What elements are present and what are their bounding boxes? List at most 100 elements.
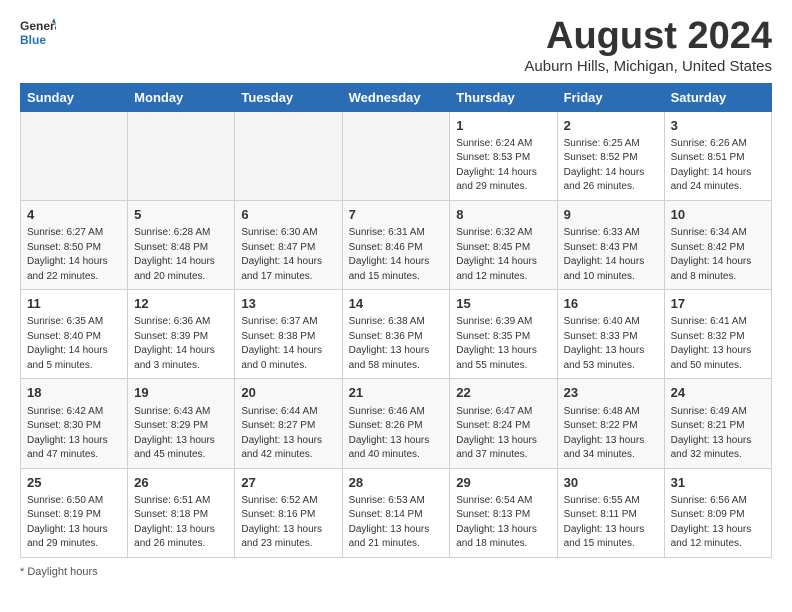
day-number: 29 <box>456 474 550 492</box>
calendar-day-cell: 11 Sunrise: 6:35 AM Sunset: 8:40 PM Dayli… <box>21 290 128 379</box>
logo: General Blue <box>20 16 56 52</box>
day-info: Sunrise: 6:34 AM Sunset: 8:42 PM Dayligh… <box>671 226 765 284</box>
calendar-day-cell: 19 Sunrise: 6:43 AM Sunset: 8:29 PM Dayli… <box>128 379 235 468</box>
calendar-day-cell <box>21 111 128 200</box>
day-number: 8 <box>456 206 550 224</box>
day-number: 25 <box>27 474 121 492</box>
day-number: 17 <box>671 295 765 313</box>
calendar-day-cell <box>342 111 450 200</box>
day-info: Sunrise: 6:24 AM Sunset: 8:53 PM Dayligh… <box>456 137 550 195</box>
day-info: Sunrise: 6:43 AM Sunset: 8:29 PM Dayligh… <box>134 405 228 463</box>
calendar-day-cell: 9 Sunrise: 6:33 AM Sunset: 8:43 PM Daylig… <box>557 200 664 289</box>
weekday-header-sunday: Sunday <box>21 83 128 111</box>
day-info: Sunrise: 6:48 AM Sunset: 8:22 PM Dayligh… <box>564 405 658 463</box>
calendar-day-cell: 1 Sunrise: 6:24 AM Sunset: 8:53 PM Daylig… <box>450 111 557 200</box>
weekday-header-monday: Monday <box>128 83 235 111</box>
day-number: 4 <box>27 206 121 224</box>
weekday-header-saturday: Saturday <box>664 83 771 111</box>
day-number: 7 <box>349 206 444 224</box>
calendar-day-cell: 29 Sunrise: 6:54 AM Sunset: 8:13 PM Dayli… <box>450 468 557 557</box>
calendar-day-cell: 3Sunrise: 6:26 AM Sunset: 8:51 PM Daylig… <box>664 111 771 200</box>
calendar-day-cell: 27Sunrise: 6:52 AM Sunset: 8:16 PM Dayli… <box>235 468 342 557</box>
weekday-header-friday: Friday <box>557 83 664 111</box>
day-number: 6 <box>241 206 335 224</box>
day-number: 21 <box>349 384 444 402</box>
day-info: Sunrise: 6:36 AM Sunset: 8:39 PM Dayligh… <box>134 315 228 373</box>
day-number: 23 <box>564 384 658 402</box>
day-number: 2 <box>564 117 658 135</box>
day-number: 14 <box>349 295 444 313</box>
day-info: Sunrise: 6:40 AM Sunset: 8:33 PM Dayligh… <box>564 315 658 373</box>
day-info: Sunrise: 6:31 AM Sunset: 8:46 PM Dayligh… <box>349 226 444 284</box>
calendar-header-row: SundayMondayTuesdayWednesdayThursdayFrid… <box>21 83 772 111</box>
footer-note-text: Daylight hours <box>27 566 97 578</box>
calendar-day-cell: 18 Sunrise: 6:42 AM Sunset: 8:30 PM Dayli… <box>21 379 128 468</box>
day-number: 1 <box>456 117 550 135</box>
day-number: 30 <box>564 474 658 492</box>
day-info: Sunrise: 6:56 AM Sunset: 8:09 PM Dayligh… <box>671 494 765 552</box>
weekday-header-thursday: Thursday <box>450 83 557 111</box>
calendar-day-cell: 12Sunrise: 6:36 AM Sunset: 8:39 PM Dayli… <box>128 290 235 379</box>
day-number: 11 <box>27 295 121 313</box>
day-info: Sunrise: 6:51 AM Sunset: 8:18 PM Dayligh… <box>134 494 228 552</box>
calendar-week-row: 1 Sunrise: 6:24 AM Sunset: 8:53 PM Daylig… <box>21 111 772 200</box>
title-block: August 2024 Auburn Hills, Michigan, Unit… <box>524 16 772 75</box>
day-info: Sunrise: 6:49 AM Sunset: 8:21 PM Dayligh… <box>671 405 765 463</box>
calendar-week-row: 11 Sunrise: 6:35 AM Sunset: 8:40 PM Dayli… <box>21 290 772 379</box>
day-number: 9 <box>564 206 658 224</box>
calendar-day-cell: 25 Sunrise: 6:50 AM Sunset: 8:19 PM Dayli… <box>21 468 128 557</box>
calendar-day-cell: 5Sunrise: 6:28 AM Sunset: 8:48 PM Daylig… <box>128 200 235 289</box>
month-title: August 2024 <box>524 16 772 58</box>
calendar-day-cell <box>235 111 342 200</box>
day-info: Sunrise: 6:50 AM Sunset: 8:19 PM Dayligh… <box>27 494 121 552</box>
day-number: 20 <box>241 384 335 402</box>
day-info: Sunrise: 6:33 AM Sunset: 8:43 PM Dayligh… <box>564 226 658 284</box>
calendar-day-cell <box>128 111 235 200</box>
calendar-day-cell: 6 Sunrise: 6:30 AM Sunset: 8:47 PM Daylig… <box>235 200 342 289</box>
svg-text:Blue: Blue <box>20 33 46 47</box>
calendar-day-cell: 26 Sunrise: 6:51 AM Sunset: 8:18 PM Dayli… <box>128 468 235 557</box>
calendar-day-cell: 17 Sunrise: 6:41 AM Sunset: 8:32 PM Dayli… <box>664 290 771 379</box>
day-number: 19 <box>134 384 228 402</box>
day-info: Sunrise: 6:26 AM Sunset: 8:51 PM Dayligh… <box>671 137 765 195</box>
calendar-day-cell: 23 Sunrise: 6:48 AM Sunset: 8:22 PM Dayli… <box>557 379 664 468</box>
calendar-week-row: 25 Sunrise: 6:50 AM Sunset: 8:19 PM Dayli… <box>21 468 772 557</box>
day-info: Sunrise: 6:46 AM Sunset: 8:26 PM Dayligh… <box>349 405 444 463</box>
calendar-day-cell: 24Sunrise: 6:49 AM Sunset: 8:21 PM Dayli… <box>664 379 771 468</box>
calendar-day-cell: 2 Sunrise: 6:25 AM Sunset: 8:52 PM Daylig… <box>557 111 664 200</box>
calendar-day-cell: 16 Sunrise: 6:40 AM Sunset: 8:33 PM Dayli… <box>557 290 664 379</box>
calendar-day-cell: 31 Sunrise: 6:56 AM Sunset: 8:09 PM Dayli… <box>664 468 771 557</box>
day-number: 26 <box>134 474 228 492</box>
calendar-day-cell: 20Sunrise: 6:44 AM Sunset: 8:27 PM Dayli… <box>235 379 342 468</box>
day-info: Sunrise: 6:42 AM Sunset: 8:30 PM Dayligh… <box>27 405 121 463</box>
logo-icon: General Blue <box>20 16 56 52</box>
weekday-header-wednesday: Wednesday <box>342 83 450 111</box>
day-number: 15 <box>456 295 550 313</box>
day-number: 18 <box>27 384 121 402</box>
day-info: Sunrise: 6:35 AM Sunset: 8:40 PM Dayligh… <box>27 315 121 373</box>
calendar-day-cell: 21 Sunrise: 6:46 AM Sunset: 8:26 PM Dayli… <box>342 379 450 468</box>
day-info: Sunrise: 6:37 AM Sunset: 8:38 PM Dayligh… <box>241 315 335 373</box>
calendar-day-cell: 13 Sunrise: 6:37 AM Sunset: 8:38 PM Dayli… <box>235 290 342 379</box>
calendar-day-cell: 4Sunrise: 6:27 AM Sunset: 8:50 PM Daylig… <box>21 200 128 289</box>
calendar-day-cell: 14 Sunrise: 6:38 AM Sunset: 8:36 PM Dayli… <box>342 290 450 379</box>
calendar-table: SundayMondayTuesdayWednesdayThursdayFrid… <box>20 83 772 558</box>
calendar-day-cell: 7 Sunrise: 6:31 AM Sunset: 8:46 PM Daylig… <box>342 200 450 289</box>
day-number: 27 <box>241 474 335 492</box>
day-info: Sunrise: 6:30 AM Sunset: 8:47 PM Dayligh… <box>241 226 335 284</box>
day-info: Sunrise: 6:54 AM Sunset: 8:13 PM Dayligh… <box>456 494 550 552</box>
day-info: Sunrise: 6:38 AM Sunset: 8:36 PM Dayligh… <box>349 315 444 373</box>
day-info: Sunrise: 6:53 AM Sunset: 8:14 PM Dayligh… <box>349 494 444 552</box>
calendar-week-row: 18 Sunrise: 6:42 AM Sunset: 8:30 PM Dayli… <box>21 379 772 468</box>
day-number: 31 <box>671 474 765 492</box>
day-info: Sunrise: 6:47 AM Sunset: 8:24 PM Dayligh… <box>456 405 550 463</box>
day-number: 13 <box>241 295 335 313</box>
calendar-day-cell: 8Sunrise: 6:32 AM Sunset: 8:45 PM Daylig… <box>450 200 557 289</box>
calendar-day-cell: 10Sunrise: 6:34 AM Sunset: 8:42 PM Dayli… <box>664 200 771 289</box>
day-info: Sunrise: 6:25 AM Sunset: 8:52 PM Dayligh… <box>564 137 658 195</box>
day-info: Sunrise: 6:41 AM Sunset: 8:32 PM Dayligh… <box>671 315 765 373</box>
weekday-header-tuesday: Tuesday <box>235 83 342 111</box>
day-number: 16 <box>564 295 658 313</box>
location-title: Auburn Hills, Michigan, United States <box>524 58 772 75</box>
calendar-day-cell: 22Sunrise: 6:47 AM Sunset: 8:24 PM Dayli… <box>450 379 557 468</box>
